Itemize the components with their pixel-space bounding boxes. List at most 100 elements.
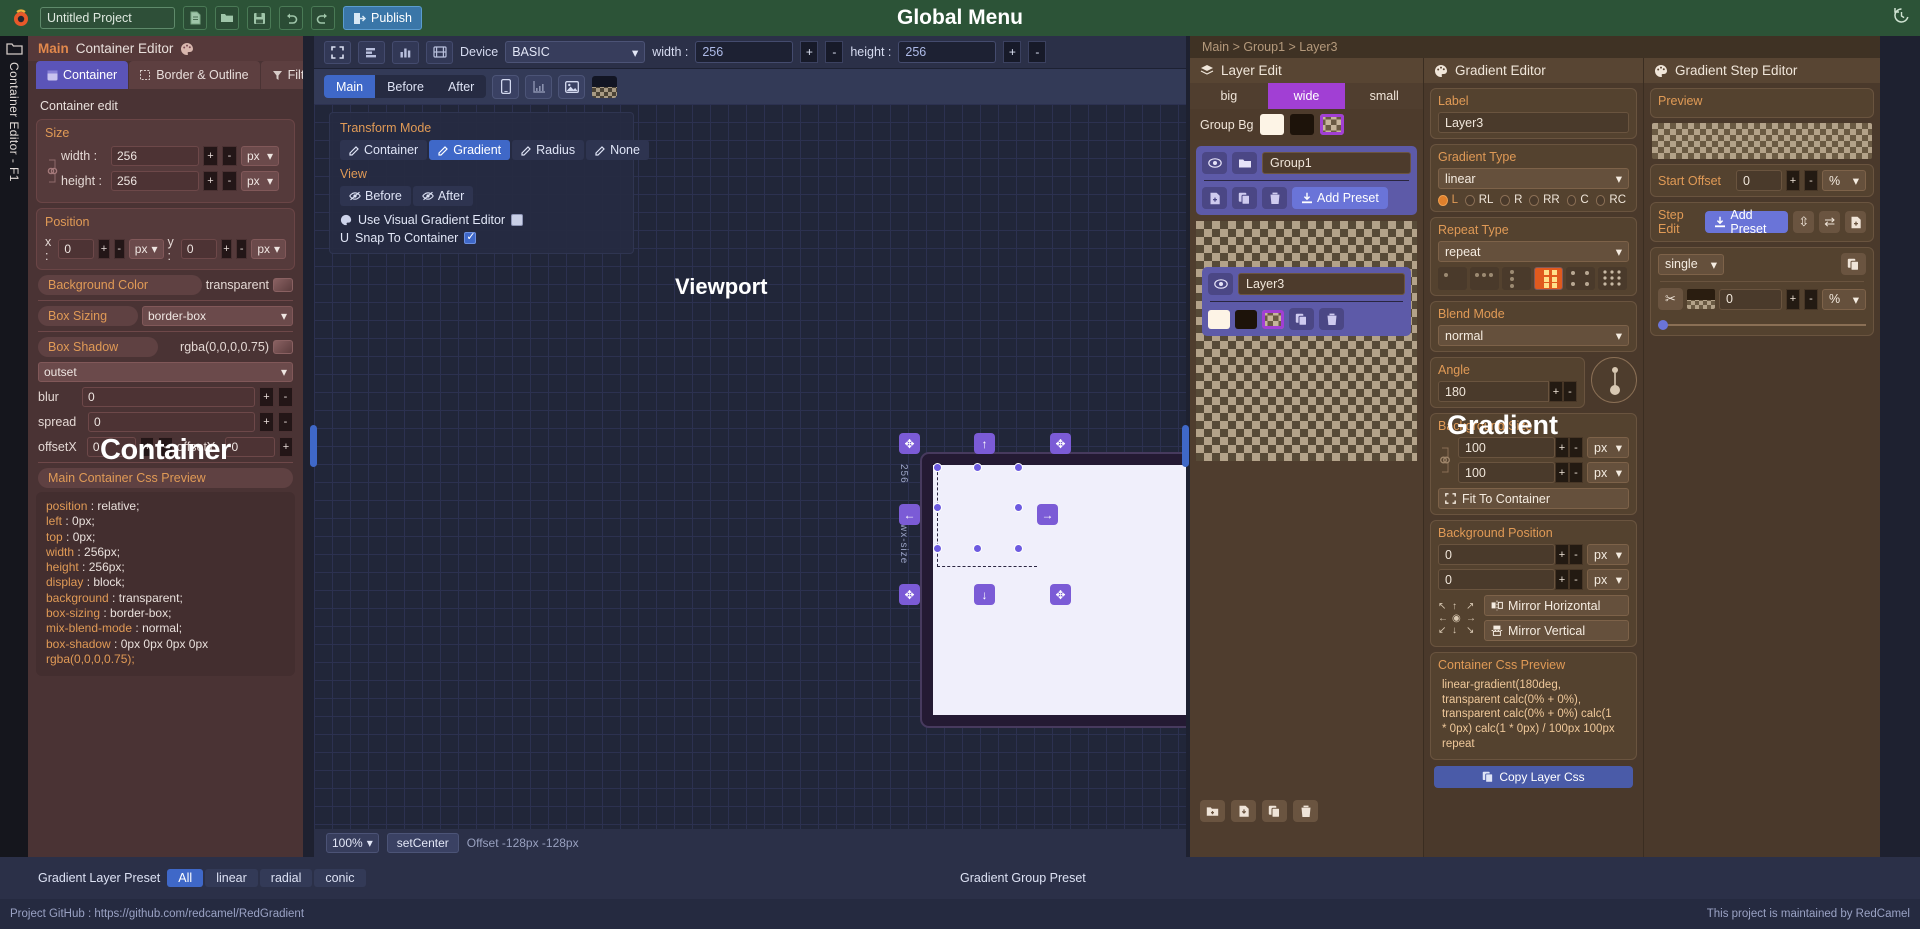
start-offset-input[interactable]: 0 <box>1736 170 1782 191</box>
gradient-handle-tl[interactable] <box>933 463 942 472</box>
bgsize-h-decrement-button[interactable]: - <box>1569 462 1583 483</box>
add-step-icon[interactable] <box>1845 211 1866 233</box>
gradient-type-select[interactable]: linear ▾ <box>1438 168 1629 189</box>
add-group-icon[interactable] <box>1200 800 1225 822</box>
project-name-input[interactable]: Untitled Project <box>40 7 175 29</box>
layer-size-wide[interactable]: wide <box>1267 83 1346 109</box>
ruler-icon[interactable] <box>525 74 553 99</box>
image-icon[interactable] <box>558 74 586 99</box>
gradient-handle-bc[interactable] <box>973 544 982 553</box>
background-size-width-input[interactable]: 100 <box>1458 437 1555 458</box>
copy-layer-css-button[interactable]: Copy Layer Css <box>1434 765 1633 788</box>
step-slider-thumb[interactable] <box>1658 320 1668 330</box>
repeat-pattern-6[interactable] <box>1598 267 1627 290</box>
position-y-input[interactable]: 0 <box>180 239 217 259</box>
duplicate-group-icon[interactable] <box>1262 800 1287 822</box>
height-decrement-button[interactable]: - <box>222 171 237 191</box>
bgpos-x-unit-select[interactable]: px ▾ <box>1587 544 1629 565</box>
layer-name-input[interactable]: Layer3 <box>1238 273 1405 295</box>
tab-filter[interactable]: Filter <box>260 61 303 89</box>
bgpos-x-decrement-button[interactable]: - <box>1569 544 1583 565</box>
angle-input[interactable]: 180 <box>1438 381 1549 402</box>
position-x-input[interactable]: 0 <box>58 239 95 259</box>
step-offset-increment-button[interactable]: + <box>1786 288 1800 310</box>
align-r-button[interactable]: → <box>1466 613 1479 624</box>
layer-bg-black-swatch[interactable] <box>1235 309 1257 329</box>
height-increment-button[interactable]: + <box>203 171 218 191</box>
position-x-increment-button[interactable]: + <box>98 239 110 259</box>
height-unit-select[interactable]: px ▾ <box>241 171 279 191</box>
viewport-height-decrement-button[interactable]: - <box>1028 41 1047 63</box>
preset-filter-all[interactable]: All <box>167 869 204 887</box>
swap-steps-icon[interactable]: ⇄ <box>1819 211 1841 233</box>
delete-layer-icon[interactable] <box>1262 187 1287 209</box>
group-folder-icon[interactable] <box>1232 152 1257 174</box>
setcenter-button[interactable]: setCenter <box>386 833 459 853</box>
transform-mode-gradient-button[interactable]: Gradient <box>429 140 511 160</box>
snap-to-container-checkbox[interactable] <box>464 230 477 244</box>
group-name-input[interactable]: Group1 <box>1262 152 1411 174</box>
tab-after[interactable]: After <box>435 75 487 98</box>
move-up-button[interactable]: ↑ <box>974 433 995 454</box>
move-right-button[interactable]: → <box>1037 504 1058 525</box>
layer-item[interactable]: Layer3 <box>1202 267 1411 336</box>
offsety-increment-button[interactable]: + <box>278 437 293 457</box>
preset-filter-conic[interactable]: conic <box>314 869 366 887</box>
step-offset-decrement-button[interactable]: - <box>1804 288 1818 310</box>
bgsize-h-increment-button[interactable]: + <box>1555 462 1569 483</box>
bgpos-y-decrement-button[interactable]: - <box>1569 569 1583 590</box>
repeat-pattern-1[interactable] <box>1438 267 1467 290</box>
move-all-handle-br[interactable]: ✥ <box>1050 584 1071 605</box>
chart-icon[interactable] <box>392 40 419 64</box>
bgpos-x-increment-button[interactable]: + <box>1555 544 1569 565</box>
folder-icon[interactable] <box>5 42 23 56</box>
gradient-label-input[interactable]: Layer3 <box>1438 112 1629 133</box>
align-icon[interactable] <box>358 40 385 64</box>
mirror-vertical-button[interactable]: Mirror Vertical <box>1484 620 1629 641</box>
align-b-button[interactable]: ↓ <box>1452 625 1465 636</box>
blur-decrement-button[interactable]: - <box>278 387 293 407</box>
history-icon[interactable] <box>1893 7 1910 24</box>
align-br-button[interactable]: ↘ <box>1466 625 1479 636</box>
step-offset-unit-select[interactable]: % ▾ <box>1822 288 1866 310</box>
bgsize-h-unit-select[interactable]: px ▾ <box>1587 462 1629 483</box>
align-tr-button[interactable]: ↗ <box>1466 601 1479 612</box>
align-l-button[interactable]: ← <box>1438 613 1451 624</box>
layer-bg-transparent-swatch[interactable] <box>1262 309 1284 329</box>
box-shadow-type-select[interactable]: outset ▾ <box>38 362 293 382</box>
position-y-unit-select[interactable]: px ▾ <box>251 239 287 259</box>
viewport-height-increment-button[interactable]: + <box>1003 41 1022 63</box>
save-icon[interactable] <box>247 6 271 30</box>
tab-container[interactable]: Container <box>36 61 129 89</box>
angle-decrement-button[interactable]: - <box>1563 381 1577 402</box>
step-cut-icon[interactable]: ✂ <box>1658 288 1683 310</box>
new-file-icon[interactable] <box>183 6 207 30</box>
fullscreen-icon[interactable] <box>324 40 351 64</box>
step-mode-select[interactable]: single ▾ <box>1658 253 1724 275</box>
preset-filter-radial[interactable]: radial <box>259 869 313 887</box>
link-size-icon[interactable] <box>45 158 61 184</box>
step-slider[interactable] <box>1658 320 1866 330</box>
start-offset-increment-button[interactable]: + <box>1786 170 1800 191</box>
step-add-preset-button[interactable]: Add Preset <box>1705 208 1789 236</box>
step-offset-input[interactable]: 0 <box>1719 288 1782 310</box>
group-add-preset-button[interactable]: Add Preset <box>1292 187 1388 209</box>
blur-increment-button[interactable]: + <box>259 387 274 407</box>
spread-input[interactable]: 0 <box>88 412 255 432</box>
offsetx-decrement-button[interactable]: - <box>158 437 173 457</box>
layer-visibility-icon[interactable] <box>1208 273 1233 295</box>
design-canvas[interactable]: Viewport Transform Mode Container Gradie… <box>314 104 1186 857</box>
mirror-horizontal-button[interactable]: Mirror Horizontal <box>1484 595 1629 616</box>
group-bg-black-swatch[interactable] <box>1289 114 1314 135</box>
mobile-preview-icon[interactable] <box>492 74 520 99</box>
move-all-handle-tr[interactable]: ✥ <box>1050 433 1071 454</box>
device-select[interactable]: BASIC ▾ <box>505 41 646 63</box>
direction-radio-l[interactable] <box>1438 194 1448 206</box>
left-panel-resizer[interactable] <box>310 425 317 467</box>
position-x-unit-select[interactable]: px ▾ <box>128 239 164 259</box>
blur-input[interactable]: 0 <box>82 387 255 407</box>
repeat-pattern-2[interactable] <box>1470 267 1499 290</box>
transparency-toggle-button[interactable] <box>591 74 619 99</box>
background-position-y-input[interactable]: 0 <box>1438 569 1555 590</box>
view-before-button[interactable]: Before <box>340 186 411 206</box>
